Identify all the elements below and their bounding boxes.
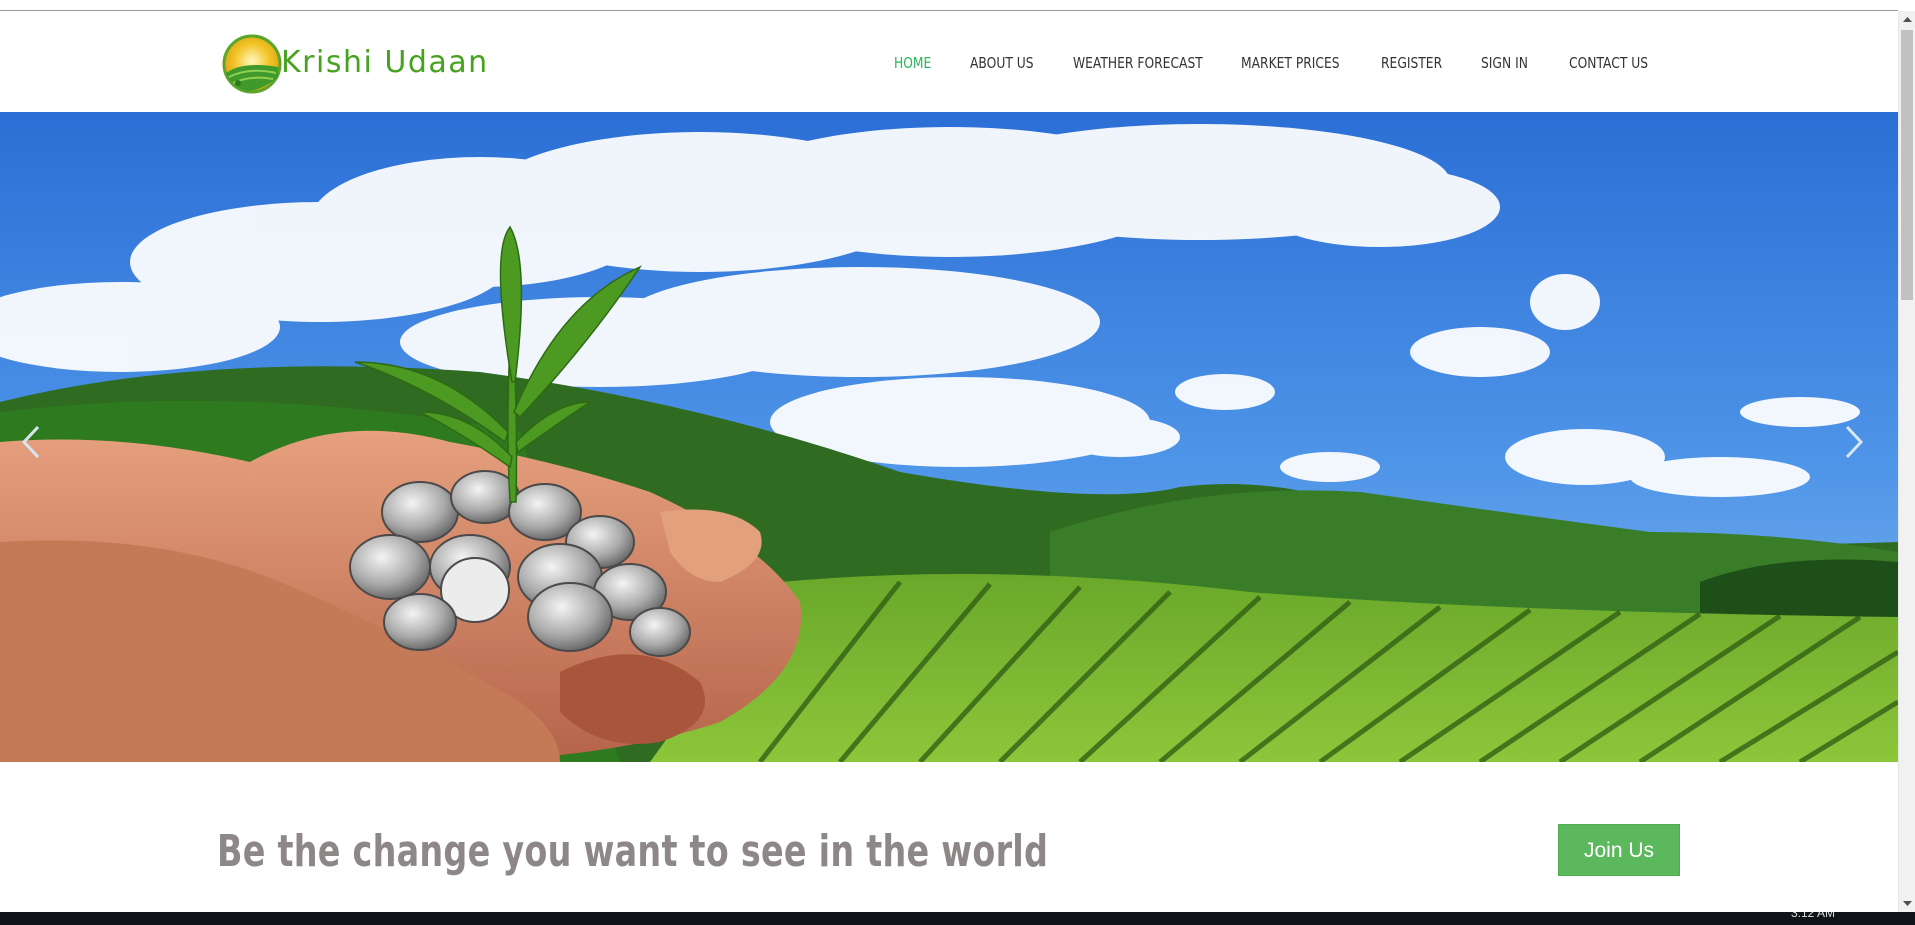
page-scrollbar[interactable]	[1898, 11, 1915, 912]
chevron-right-icon	[1845, 425, 1864, 459]
main-nav: HOME ABOUT US WEATHER FORECAST MARKET PR…	[0, 49, 1898, 77]
nav-home[interactable]: HOME	[894, 49, 931, 77]
scroll-down-arrow-icon[interactable]	[1899, 895, 1915, 912]
os-taskbar: 3:12 AM	[0, 912, 1915, 925]
hero-slide-image	[0, 112, 1898, 762]
nav-about-us[interactable]: ABOUT US	[970, 49, 1034, 77]
scroll-up-arrow-icon[interactable]	[1899, 11, 1915, 28]
join-us-button[interactable]: Join Us	[1558, 824, 1680, 876]
nav-weather-forecast[interactable]: WEATHER FORECAST	[1073, 49, 1203, 77]
taskbar-clock: 3:12 AM	[1790, 912, 1835, 920]
carousel-prev-arrow[interactable]	[10, 412, 50, 472]
hero-carousel	[0, 112, 1898, 762]
chevron-left-icon	[21, 425, 40, 459]
browser-top-edge	[0, 0, 1898, 11]
site-header: Krishi Udaan HOME ABOUT US WEATHER FOREC…	[0, 11, 1898, 112]
nav-market-prices[interactable]: MARKET PRICES	[1241, 49, 1340, 77]
nav-register[interactable]: REGISTER	[1381, 49, 1442, 77]
nav-sign-in[interactable]: SIGN IN	[1481, 49, 1528, 77]
scrollbar-thumb[interactable]	[1901, 30, 1913, 300]
nav-contact-us[interactable]: CONTACT US	[1569, 49, 1648, 77]
carousel-next-arrow[interactable]	[1835, 412, 1875, 472]
hero-tagline: Be the change you want to see in the wor…	[217, 826, 1049, 877]
